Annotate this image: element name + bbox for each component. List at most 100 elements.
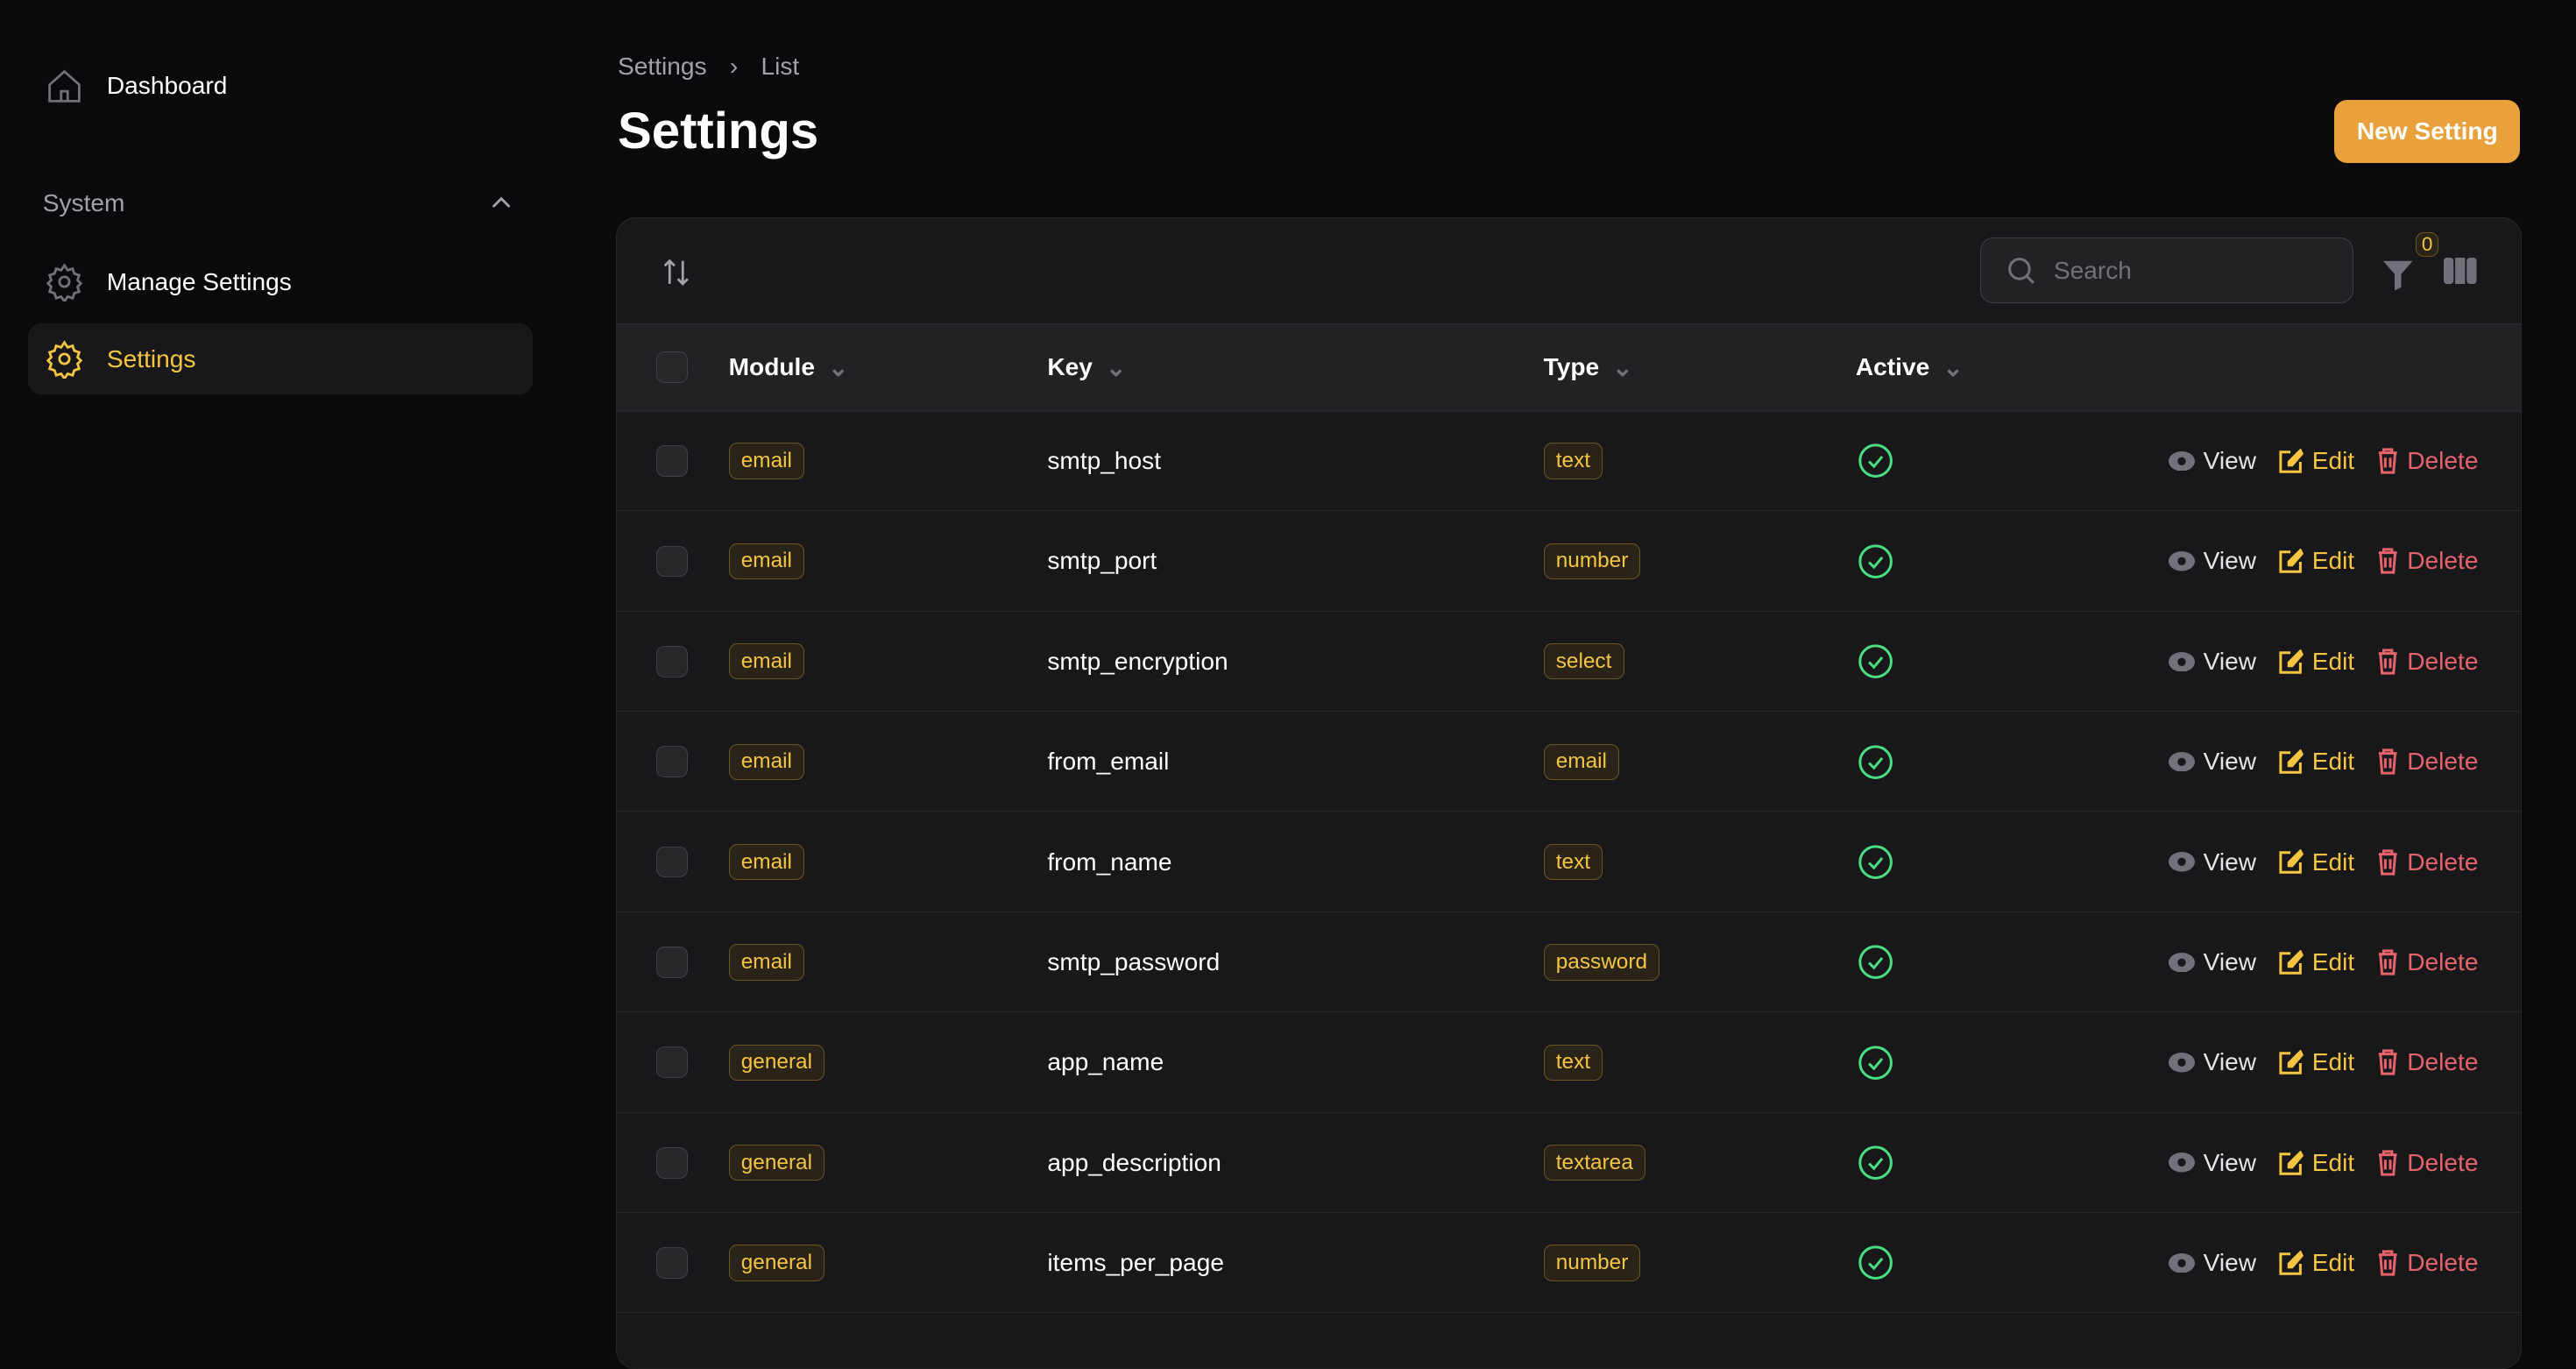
check-circle-icon [1858,443,1893,479]
delete-button[interactable]: Delete [2377,748,2478,776]
column-key[interactable]: Key⌄ [1047,324,1126,411]
breadcrumb-list: List [761,53,799,81]
sidebar-item-settings[interactable]: Settings [28,323,533,394]
sidebar-group-system[interactable]: System [43,189,125,217]
check-circle-icon [1858,1045,1893,1081]
type-badge: number [1544,1245,1641,1280]
edit-button[interactable]: Edit [2279,748,2354,776]
chevron-down-icon: ⌄ [1106,353,1127,382]
module-badge: general [729,1145,825,1181]
sidebar-item-manage-settings[interactable]: Manage Settings [28,246,533,317]
table-row: general app_name text View Edit Delete [617,1013,2521,1113]
row-checkbox[interactable] [656,445,688,477]
eye-icon [2169,551,2195,571]
module-badge: email [729,543,804,579]
edit-label: Edit [2312,848,2354,876]
breadcrumb-settings[interactable]: Settings [618,53,707,81]
view-button[interactable]: View [2169,648,2256,676]
select-all-checkbox[interactable] [656,351,688,383]
view-button[interactable]: View [2169,447,2256,475]
edit-button[interactable]: Edit [2279,1149,2354,1177]
delete-button[interactable]: Delete [2377,447,2478,475]
column-active[interactable]: Active⌄ [1856,324,1964,411]
table-row: general items_per_page number View Edit … [617,1214,2521,1314]
row-checkbox[interactable] [656,1247,688,1279]
chevron-right-icon: › [730,53,738,81]
view-label: View [2204,447,2256,475]
sort-icon[interactable] [660,256,693,289]
check-circle-icon [1858,844,1893,880]
type-badge: textarea [1544,1145,1645,1181]
view-button[interactable]: View [2169,1048,2256,1076]
key-text: items_per_page [1047,1249,1224,1277]
row-checkbox[interactable] [656,947,688,978]
edit-button[interactable]: Edit [2279,1048,2354,1076]
search-input[interactable]: Search [1980,238,2353,303]
module-badge: general [729,1245,825,1280]
row-checkbox[interactable] [656,847,688,878]
view-label: View [2204,648,2256,676]
edit-button[interactable]: Edit [2279,848,2354,876]
type-badge: password [1544,944,1660,980]
delete-button[interactable]: Delete [2377,1249,2478,1277]
chevron-up-icon[interactable] [490,194,513,214]
edit-icon [2279,649,2304,674]
new-setting-button[interactable]: New Setting [2334,100,2520,162]
row-checkbox[interactable] [656,746,688,777]
edit-button[interactable]: Edit [2279,447,2354,475]
view-button[interactable]: View [2169,547,2256,575]
table-row: email from_email email View Edit Delete [617,713,2521,812]
view-label: View [2204,547,2256,575]
delete-button[interactable]: Delete [2377,1149,2478,1177]
column-label: Active [1856,353,1929,381]
view-button[interactable]: View [2169,1249,2256,1277]
key-text: smtp_encryption [1047,648,1228,676]
delete-button[interactable]: Delete [2377,547,2478,575]
table-row: email smtp_password password View Edit D… [617,913,2521,1013]
delete-button[interactable]: Delete [2377,948,2478,976]
delete-label: Delete [2407,848,2478,876]
view-button[interactable]: View [2169,848,2256,876]
table-row: email smtp_host text View Edit Delete [617,412,2521,512]
delete-button[interactable]: Delete [2377,848,2478,876]
chevron-down-icon: ⌄ [828,353,849,382]
row-checkbox[interactable] [656,1147,688,1179]
edit-icon [2279,549,2304,573]
edit-button[interactable]: Edit [2279,1249,2354,1277]
eye-icon [2169,652,2195,672]
delete-button[interactable]: Delete [2377,648,2478,676]
column-module[interactable]: Module⌄ [729,324,849,411]
check-circle-icon [1858,643,1893,679]
edit-label: Edit [2312,748,2354,776]
sidebar-item-dashboard[interactable]: Dashboard [28,51,533,122]
key-text: app_name [1047,1048,1164,1076]
trash-icon [2377,1049,2398,1075]
columns-icon[interactable] [2444,258,2477,284]
delete-label: Delete [2407,748,2478,776]
edit-button[interactable]: Edit [2279,547,2354,575]
view-button[interactable]: View [2169,748,2256,776]
view-button[interactable]: View [2169,948,2256,976]
column-type[interactable]: Type⌄ [1544,324,1633,411]
trash-icon [2377,448,2398,474]
row-checkbox[interactable] [656,1046,688,1078]
filter-icon[interactable] [2381,258,2415,291]
delete-label: Delete [2407,648,2478,676]
edit-label: Edit [2312,447,2354,475]
key-text: smtp_password [1047,948,1220,976]
edit-icon [2279,950,2304,975]
edit-button[interactable]: Edit [2279,648,2354,676]
key-text: app_description [1047,1149,1221,1177]
filter-count-badge: 0 [2416,232,2438,257]
edit-icon [2279,749,2304,774]
edit-button[interactable]: Edit [2279,948,2354,976]
row-checkbox[interactable] [656,546,688,578]
module-badge: email [729,844,804,880]
delete-label: Delete [2407,447,2478,475]
view-button[interactable]: View [2169,1149,2256,1177]
eye-icon [2169,1253,2195,1273]
delete-button[interactable]: Delete [2377,1048,2478,1076]
edit-label: Edit [2312,1149,2354,1177]
view-label: View [2204,1048,2256,1076]
row-checkbox[interactable] [656,646,688,677]
